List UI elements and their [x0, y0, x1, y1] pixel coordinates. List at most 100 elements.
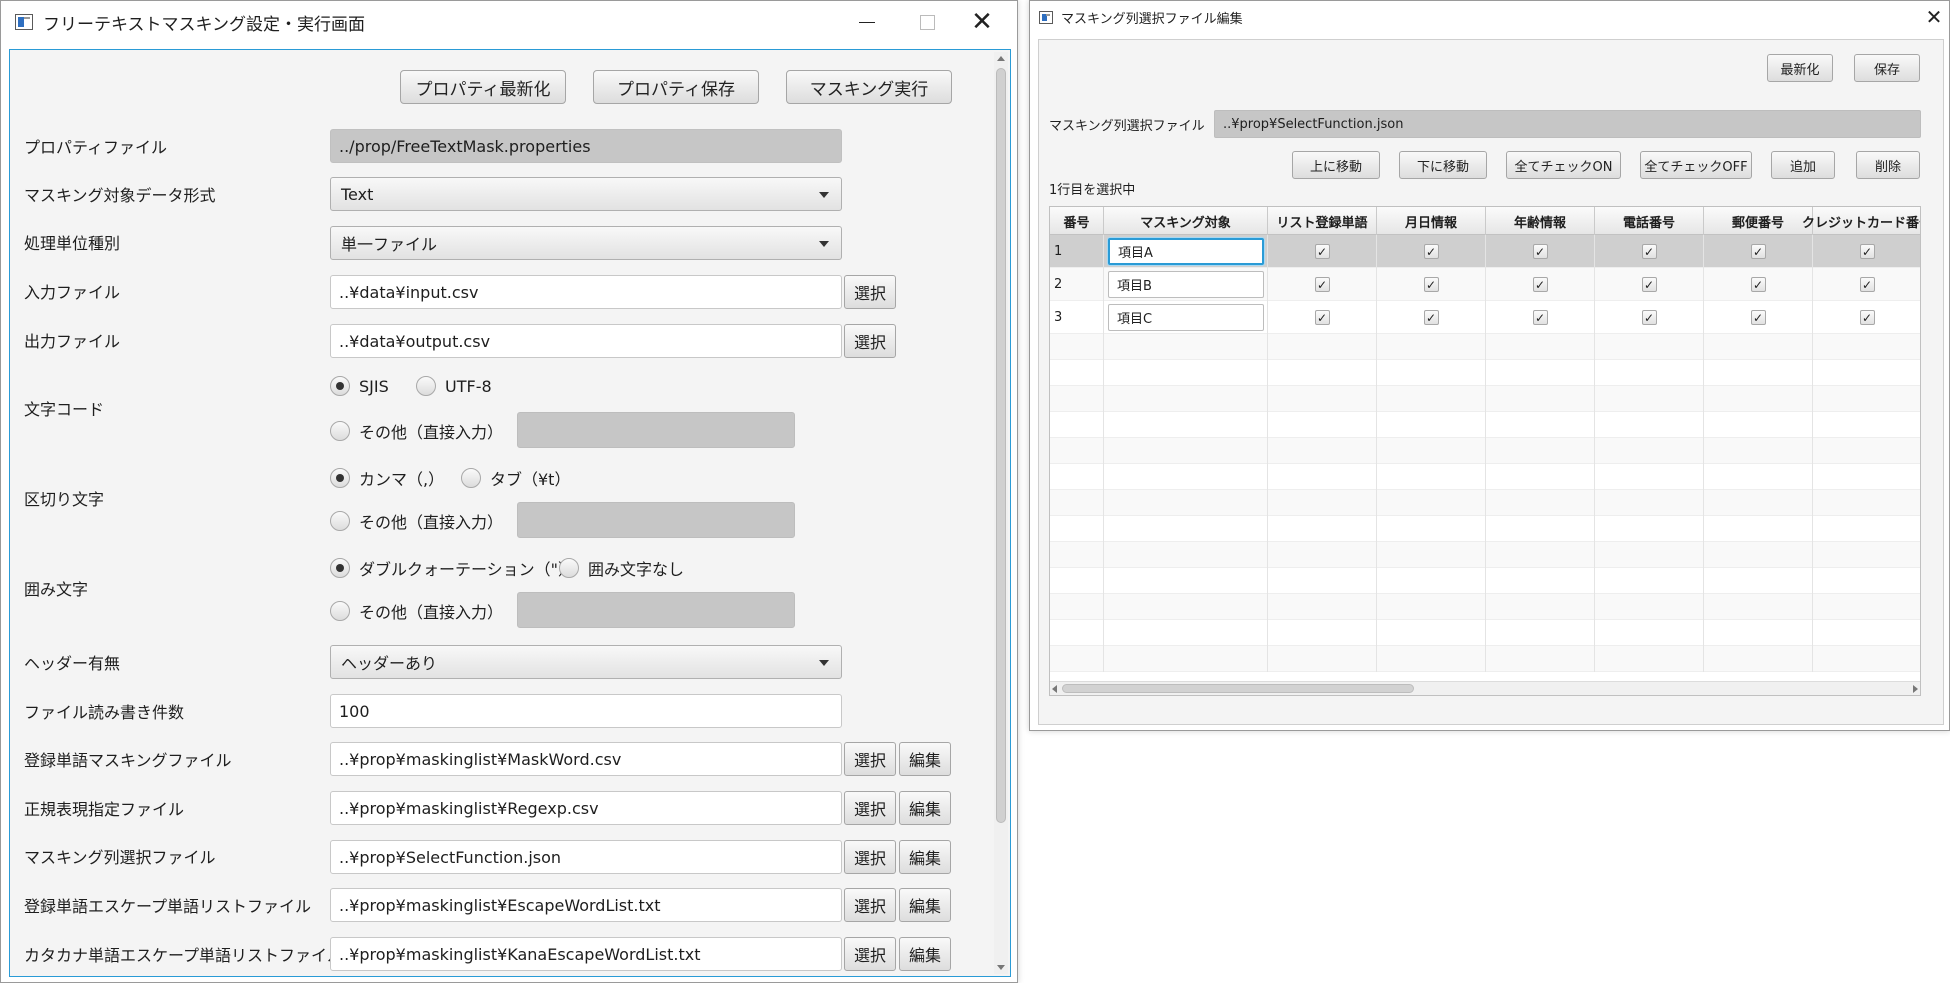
- save-button[interactable]: 保存: [1854, 54, 1920, 82]
- refresh-button[interactable]: 最新化: [1767, 54, 1833, 82]
- scroll-right-icon[interactable]: [1913, 685, 1918, 693]
- masking-target-input[interactable]: 項目C: [1108, 304, 1264, 331]
- check-cell: ✓: [1377, 268, 1486, 301]
- masking-target-input[interactable]: 項目B: [1108, 271, 1264, 298]
- enclosure-other-input[interactable]: [517, 592, 795, 628]
- table-row[interactable]: 1 項目A ✓ ✓ ✓ ✓ ✓ ✓: [1050, 235, 1920, 268]
- regex-file-edit-button[interactable]: 編集: [899, 791, 951, 825]
- close-icon[interactable]: ✕: [957, 1, 1007, 43]
- delimiter-tab-radio[interactable]: タブ（¥t）: [461, 466, 570, 490]
- horizontal-scrollbar[interactable]: [1050, 681, 1920, 695]
- column-select-file-select-button[interactable]: 選択: [844, 840, 896, 874]
- column-select-file-edit-button[interactable]: 編集: [899, 840, 951, 874]
- add-button[interactable]: 追加: [1771, 151, 1835, 179]
- target-format-select[interactable]: Text: [330, 177, 842, 211]
- input-file-select-button[interactable]: 選択: [844, 275, 896, 309]
- charset-sjis-radio[interactable]: SJIS: [330, 376, 389, 396]
- chevron-down-icon: [819, 241, 829, 247]
- checkbox[interactable]: ✓: [1859, 277, 1875, 292]
- charset-other-input[interactable]: [517, 412, 795, 448]
- save-properties-button[interactable]: プロパティ保存: [593, 70, 759, 104]
- enclosure-double-quote-radio[interactable]: ダブルクォーテーション（"）: [330, 556, 574, 580]
- empty-cell: [1268, 360, 1377, 386]
- checkbox[interactable]: ✓: [1641, 244, 1657, 259]
- checkbox[interactable]: ✓: [1750, 244, 1766, 259]
- column-header[interactable]: 年齢情報: [1486, 207, 1595, 235]
- checkbox[interactable]: ✓: [1750, 277, 1766, 292]
- empty-cell: [1377, 386, 1486, 412]
- column-header[interactable]: 郵便番号: [1704, 207, 1813, 235]
- input-file-field[interactable]: ..¥data¥input.csv: [330, 275, 842, 309]
- output-file-field[interactable]: ..¥data¥output.csv: [330, 324, 842, 358]
- checkbox[interactable]: ✓: [1423, 310, 1439, 325]
- charset-utf8-radio[interactable]: UTF-8: [416, 376, 492, 396]
- word-mask-file-edit-button[interactable]: 編集: [899, 742, 951, 776]
- vertical-scrollbar[interactable]: [994, 52, 1008, 974]
- column-header[interactable]: マスキング対象: [1104, 207, 1268, 235]
- regex-file-select-button[interactable]: 選択: [844, 791, 896, 825]
- enclosure-other-radio[interactable]: その他（直接入力）: [330, 599, 503, 623]
- delimiter-other-radio[interactable]: その他（直接入力）: [330, 509, 503, 533]
- masking-target-input[interactable]: 項目A: [1108, 238, 1264, 265]
- delimiter-other-input[interactable]: [517, 502, 795, 538]
- maximize-icon[interactable]: [907, 1, 947, 43]
- empty-row: [1050, 490, 1920, 516]
- checkbox[interactable]: ✓: [1532, 277, 1548, 292]
- io-count-field[interactable]: 100: [330, 694, 842, 728]
- processing-unit-select[interactable]: 単一ファイル: [330, 226, 842, 260]
- main-window: フリーテキストマスキング設定・実行画面 ✕ プロパティ最新化 プロパティ保存 マ…: [0, 0, 1018, 983]
- charset-other-radio[interactable]: その他（直接入力）: [330, 419, 503, 443]
- kana-escape-file-edit-button[interactable]: 編集: [899, 937, 951, 971]
- kana-escape-file-select-button[interactable]: 選択: [844, 937, 896, 971]
- checkbox[interactable]: ✓: [1532, 244, 1548, 259]
- checkbox[interactable]: ✓: [1314, 277, 1330, 292]
- kana-escape-file-field[interactable]: ..¥prop¥maskinglist¥KanaEscapeWordList.t…: [330, 937, 842, 971]
- check-all-off-button[interactable]: 全てチェックOFF: [1640, 151, 1752, 179]
- scroll-up-icon[interactable]: [997, 56, 1005, 61]
- scroll-down-icon[interactable]: [997, 965, 1005, 970]
- masking-target-cell: 項目B: [1104, 268, 1268, 301]
- column-header[interactable]: 番号: [1050, 207, 1104, 235]
- move-up-button[interactable]: 上に移動: [1292, 151, 1380, 179]
- column-select-file-field[interactable]: ..¥prop¥SelectFunction.json: [330, 840, 842, 874]
- column-header[interactable]: クレジットカード番号: [1802, 207, 1920, 235]
- checkbox[interactable]: ✓: [1314, 310, 1330, 325]
- checkbox[interactable]: ✓: [1423, 244, 1439, 259]
- check-all-on-button[interactable]: 全てチェックON: [1506, 151, 1621, 179]
- radio-label: UTF-8: [445, 376, 492, 396]
- checkbox[interactable]: ✓: [1750, 310, 1766, 325]
- escape-word-file-field[interactable]: ..¥prop¥maskinglist¥EscapeWordList.txt: [330, 888, 842, 922]
- scrollbar-thumb[interactable]: [1062, 684, 1414, 693]
- table-row[interactable]: 2 項目B ✓ ✓ ✓ ✓ ✓ ✓: [1050, 268, 1920, 301]
- enclosure-none-radio[interactable]: 囲み文字なし: [559, 556, 684, 580]
- regex-file-field[interactable]: ..¥prop¥maskinglist¥Regexp.csv: [330, 791, 842, 825]
- column-header[interactable]: 電話番号: [1595, 207, 1704, 235]
- table-row[interactable]: 3 項目C ✓ ✓ ✓ ✓ ✓ ✓: [1050, 301, 1920, 334]
- checkbox[interactable]: ✓: [1532, 310, 1548, 325]
- scroll-left-icon[interactable]: [1052, 685, 1057, 693]
- header-select[interactable]: ヘッダーあり: [330, 645, 842, 679]
- main-titlebar: フリーテキストマスキング設定・実行画面 ✕: [1, 1, 1017, 43]
- escape-word-file-select-button[interactable]: 選択: [844, 888, 896, 922]
- run-masking-button[interactable]: マスキング実行: [786, 70, 952, 104]
- move-down-button[interactable]: 下に移動: [1399, 151, 1487, 179]
- checkbox[interactable]: ✓: [1641, 277, 1657, 292]
- column-header[interactable]: 月日情報: [1377, 207, 1486, 235]
- checkbox[interactable]: ✓: [1314, 244, 1330, 259]
- delete-button[interactable]: 削除: [1856, 151, 1920, 179]
- checkbox[interactable]: ✓: [1859, 310, 1875, 325]
- word-mask-file-select-button[interactable]: 選択: [844, 742, 896, 776]
- masking-target-cell: 項目A: [1104, 235, 1268, 268]
- escape-word-file-edit-button[interactable]: 編集: [899, 888, 951, 922]
- checkbox[interactable]: ✓: [1859, 244, 1875, 259]
- checkbox[interactable]: ✓: [1423, 277, 1439, 292]
- checkbox[interactable]: ✓: [1641, 310, 1657, 325]
- close-icon[interactable]: ✕: [1919, 1, 1949, 33]
- column-header[interactable]: リスト登録単語: [1268, 207, 1377, 235]
- scrollbar-thumb[interactable]: [996, 68, 1006, 823]
- output-file-select-button[interactable]: 選択: [844, 324, 896, 358]
- delimiter-comma-radio[interactable]: カンマ（,）: [330, 466, 444, 490]
- minimize-icon[interactable]: [847, 1, 887, 43]
- word-mask-file-field[interactable]: ..¥prop¥maskinglist¥MaskWord.csv: [330, 742, 842, 776]
- refresh-properties-button[interactable]: プロパティ最新化: [400, 70, 566, 104]
